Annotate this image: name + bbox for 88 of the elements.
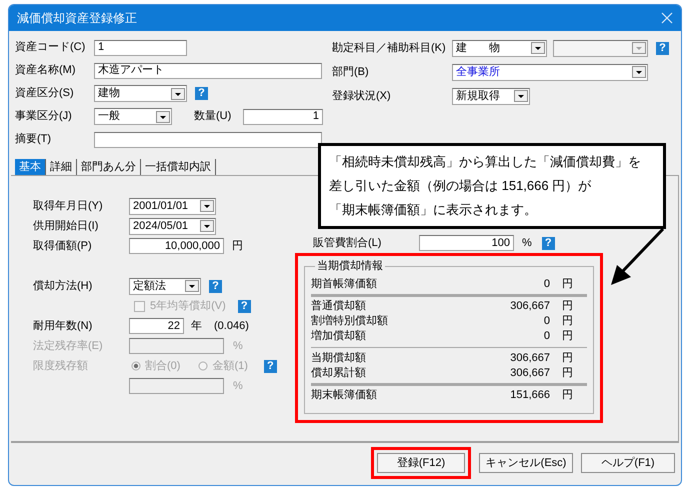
field-label: 資産名称(M) <box>15 62 76 78</box>
tab[interactable]: 詳細 <box>46 159 77 175</box>
dropdown[interactable]: 全事業所 <box>452 64 648 80</box>
callout-text: 差し引いた金額（例の場合は 151,666 円）が <box>329 177 592 195</box>
field-label: 増加償却額 <box>311 328 367 344</box>
field-label: 摘要(T) <box>15 132 52 148</box>
text-field[interactable]: 10,000,000 <box>129 238 224 254</box>
caret-icon <box>531 42 545 54</box>
dropdown[interactable]: 建物 <box>94 85 187 102</box>
unit-label: 円 <box>562 350 573 366</box>
amount-value: 0 <box>544 314 550 329</box>
unit-label: 円 <box>232 238 243 254</box>
unit-label: % <box>233 338 243 354</box>
field-label: 数量(U) <box>194 109 232 124</box>
unit-label: 円 <box>562 328 573 344</box>
text-field[interactable] <box>94 132 322 148</box>
dropdown[interactable]: 新規取得 <box>452 88 530 104</box>
callout-text: 「相続時未償却残高」から算出した「減価償却費」を <box>329 153 642 171</box>
field-label: 勘定科目／補助科目(K) <box>332 40 447 56</box>
dropdown[interactable]: 2001/01/01 <box>129 198 216 214</box>
tab[interactable]: 部門あん分 <box>77 159 141 175</box>
text-field[interactable]: 22 <box>129 318 184 334</box>
caret-icon <box>185 280 199 292</box>
unit-label: % <box>522 236 532 251</box>
tab[interactable]: 基本 <box>15 159 46 175</box>
amount-value: 0 <box>544 328 550 344</box>
text-field[interactable] <box>129 378 224 394</box>
caret-icon <box>200 220 214 232</box>
dropdown[interactable]: 建 物 <box>452 40 547 56</box>
group-title: 当期償却情報 <box>316 259 384 274</box>
text-field[interactable]: 100 <box>419 235 514 251</box>
field-label: 期首帳簿価額 <box>311 276 378 292</box>
field-label: 取得年月日(Y) <box>33 198 104 214</box>
field-label: 限度残存額 <box>33 358 89 374</box>
field-label: 償却方法(H) <box>33 278 94 294</box>
help-button[interactable]: ? <box>209 280 222 292</box>
help-button[interactable]: ? <box>656 42 669 54</box>
field-label: 事業区分(J) <box>15 109 73 124</box>
caret-icon <box>632 42 646 54</box>
unit-label: 円 <box>562 298 573 314</box>
field-label: 部門(B) <box>332 64 370 80</box>
amount-value: 151,666 <box>510 388 550 403</box>
unit-label: 円 <box>562 388 573 403</box>
caret-icon <box>171 88 185 100</box>
amount-value: 306,667 <box>510 350 550 366</box>
unit-label: 年 <box>191 318 202 334</box>
caret-icon <box>200 200 214 212</box>
caret-icon <box>632 66 646 78</box>
amount-value: 306,667 <box>510 366 550 381</box>
unit-label: 円 <box>562 276 573 292</box>
caret-icon <box>156 110 170 122</box>
field-label: 法定残存率(E) <box>33 338 104 354</box>
amount-value: 306,667 <box>510 298 550 314</box>
close-icon[interactable] <box>661 12 673 24</box>
field-label: 登録状況(X) <box>332 88 392 104</box>
field-label: 資産区分(S) <box>15 86 75 102</box>
tab[interactable]: 一括償却内訳 <box>141 159 216 175</box>
dropdown[interactable]: 一般 <box>94 108 172 125</box>
dropdown[interactable]: 定額法 <box>129 278 201 294</box>
text-field[interactable]: 木造アパート <box>94 62 322 78</box>
field-label: 当期償却額 <box>311 350 367 366</box>
amount-value: 0 <box>544 276 550 292</box>
help-button[interactable]: ? <box>542 236 555 250</box>
field-label: 5年均等償却(V) <box>150 298 226 314</box>
text-field[interactable] <box>129 338 224 354</box>
field-label: 普通償却額 <box>311 298 367 314</box>
field-label: 資産コード(C) <box>15 40 86 56</box>
field-label: 割増特別償却額 <box>311 314 389 329</box>
field-label: 販管費割合(L) <box>313 236 382 251</box>
text-field[interactable]: 1 <box>243 108 323 124</box>
caret-icon <box>514 90 528 102</box>
help-button[interactable]: ? <box>195 87 208 100</box>
dialog-button[interactable]: 登録(F12) <box>377 453 465 473</box>
window-title: 減価償却資産登録修正 <box>17 10 137 27</box>
field-label: 取得価額(P) <box>33 238 93 254</box>
dialog-button[interactable]: ヘルプ(F1) <box>581 453 675 473</box>
unit-label: 円 <box>562 314 573 329</box>
field-label: 償却累計額 <box>311 366 367 381</box>
dialog-button[interactable]: キャンセル(Esc) <box>479 453 573 473</box>
unit-label: (0.046) <box>214 318 249 334</box>
unit-label: % <box>233 378 243 394</box>
unit-label: 円 <box>562 366 573 381</box>
dropdown[interactable]: 2024/05/01 <box>129 218 216 234</box>
field-label: 期末帳簿価額 <box>311 388 378 403</box>
text-field[interactable]: 1 <box>94 40 187 56</box>
field-label: 耐用年数(N) <box>33 318 94 334</box>
field-label: 供用開始日(I) <box>33 218 100 234</box>
callout-text: 「期末帳簿価額」に表示されます。 <box>329 201 538 219</box>
